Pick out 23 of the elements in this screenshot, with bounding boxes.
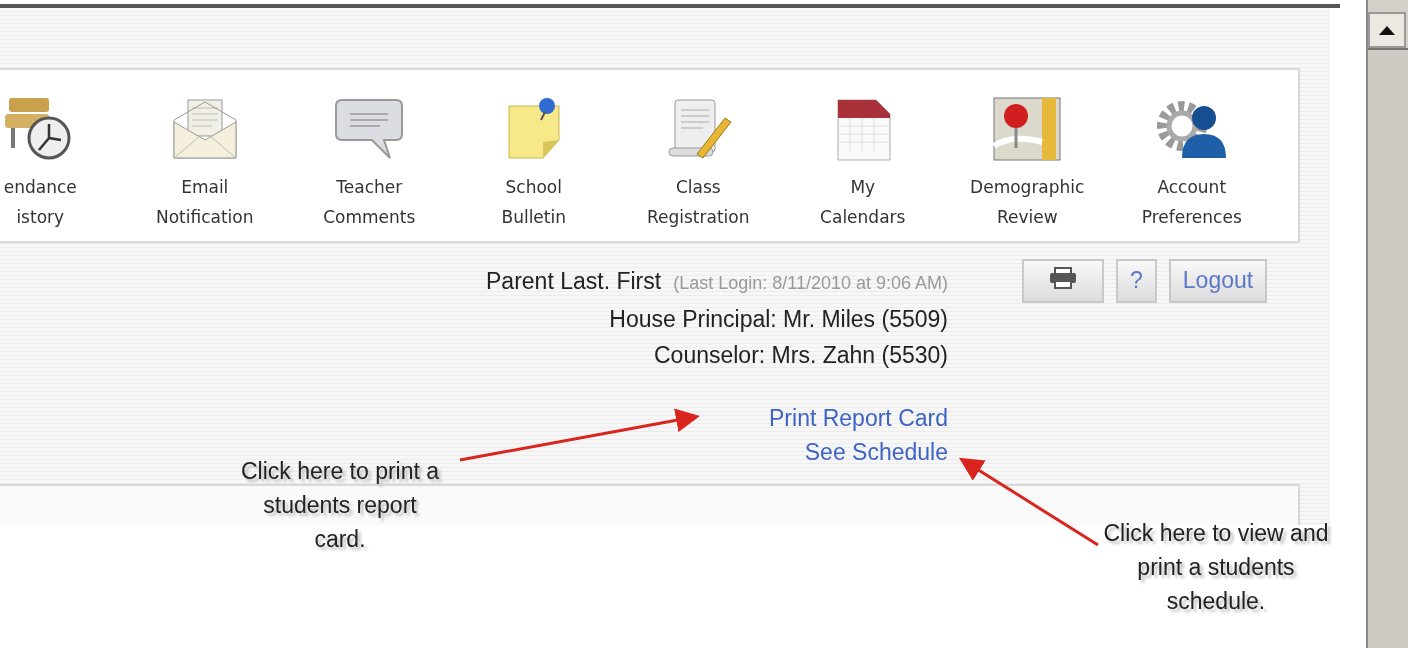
link[interactable]: See Schedule [804,434,948,469]
help-button[interactable]: ? [1116,258,1157,303]
print-button[interactable] [1022,258,1104,303]
link[interactable]: Print Report Card [769,400,948,435]
annotation-note: Click here to view and print a students schedule. [1102,519,1330,616]
scroll-up-button[interactable] [1368,12,1406,48]
nav-item-label[interactable]: Teacher Comments [323,172,416,232]
contact-line: House Principal: Mr. Miles (5509) [609,304,948,334]
nav-item-label[interactable]: Email Notification [155,172,254,232]
speech-bubble-icon [334,96,405,162]
printer-icon [1048,266,1078,289]
nav-item-label[interactable]: Class Registration [647,172,750,232]
map-pin-icon [992,96,1063,162]
up-arrow-icon [1379,25,1395,35]
nav-item-label[interactable]: endance istory [3,172,77,232]
last-login: (Last Login: 8/11/2010 at 9:06 AM) [673,272,948,293]
nav-item-label[interactable]: My Calendars [820,172,906,232]
nav-item-label[interactable]: Demographic Review [970,172,1085,232]
nav-item-label[interactable]: School Bulletin [501,172,566,232]
nav-item-label[interactable]: Account Preferences [1141,172,1242,232]
contact-line: Counselor: Mrs. Zahn (5530) [654,340,948,370]
parent-name: Parent Last. First [486,267,662,294]
annotation-note: Click here to print a students report card. [239,457,441,554]
